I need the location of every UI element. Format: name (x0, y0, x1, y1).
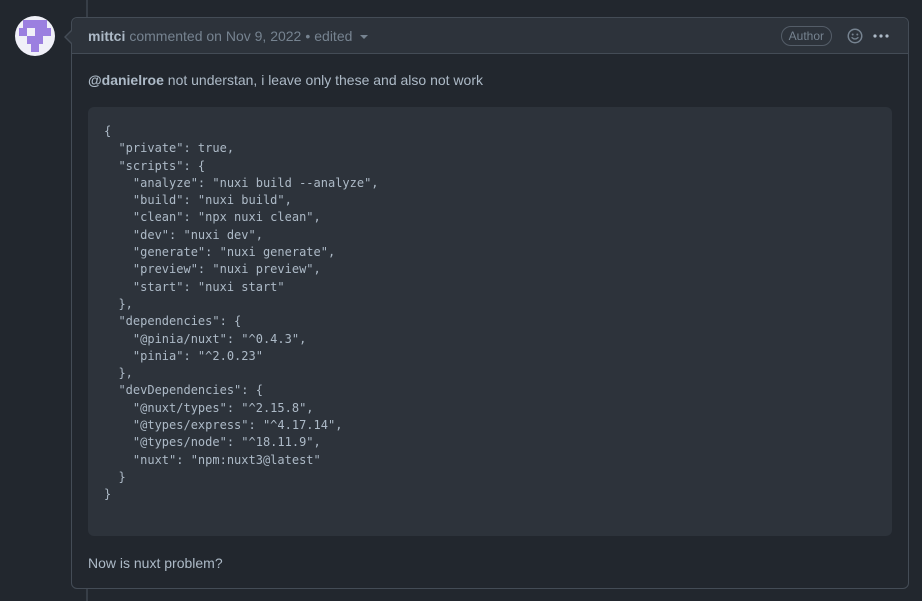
avatar-pixel (23, 20, 31, 28)
code-content: { "private": true, "scripts": { "analyze… (104, 124, 379, 502)
kebab-horizontal-icon[interactable] (870, 27, 892, 45)
comment-header: mittci commented on Nov 9, 2022 • edited… (72, 18, 908, 54)
meta-separator: • (305, 27, 311, 44)
edited-label: edited (314, 27, 353, 44)
triangle-down-icon (360, 34, 369, 39)
code-block: { "private": true, "scripts": { "analyze… (88, 107, 892, 536)
avatar-pixel (43, 28, 51, 36)
smiley-icon[interactable] (846, 27, 864, 45)
avatar[interactable] (15, 16, 55, 56)
avatar-pixel (39, 20, 47, 28)
avatar-pixel (35, 28, 43, 36)
comment-header-actions: Author (780, 25, 892, 46)
comment-caret-fill (66, 30, 73, 44)
comment-first-line: @danielroe not understan, i leave only t… (88, 70, 892, 90)
avatar-pixel (31, 20, 39, 28)
avatar-pixel (27, 36, 35, 44)
comment-body: @danielroe not understan, i leave only t… (72, 54, 908, 573)
issue-timeline: mittci commented on Nov 9, 2022 • edited… (0, 0, 922, 601)
author-badge: Author (780, 25, 832, 46)
comment-closing-line: Now is nuxt problem? (88, 555, 223, 571)
comment-message: not understan, i leave only these and al… (163, 72, 483, 88)
avatar-pixel (19, 28, 27, 36)
comment-box: mittci commented on Nov 9, 2022 • edited… (64, 17, 909, 589)
avatar-pixel (31, 44, 39, 52)
avatar-pixel (35, 36, 43, 44)
comment-author[interactable]: mittci (88, 28, 125, 44)
comment-timestamp[interactable]: commented on Nov 9, 2022 (129, 28, 301, 44)
edited-dropdown[interactable]: edited (314, 27, 369, 44)
user-mention[interactable]: @danielroe (88, 72, 164, 88)
